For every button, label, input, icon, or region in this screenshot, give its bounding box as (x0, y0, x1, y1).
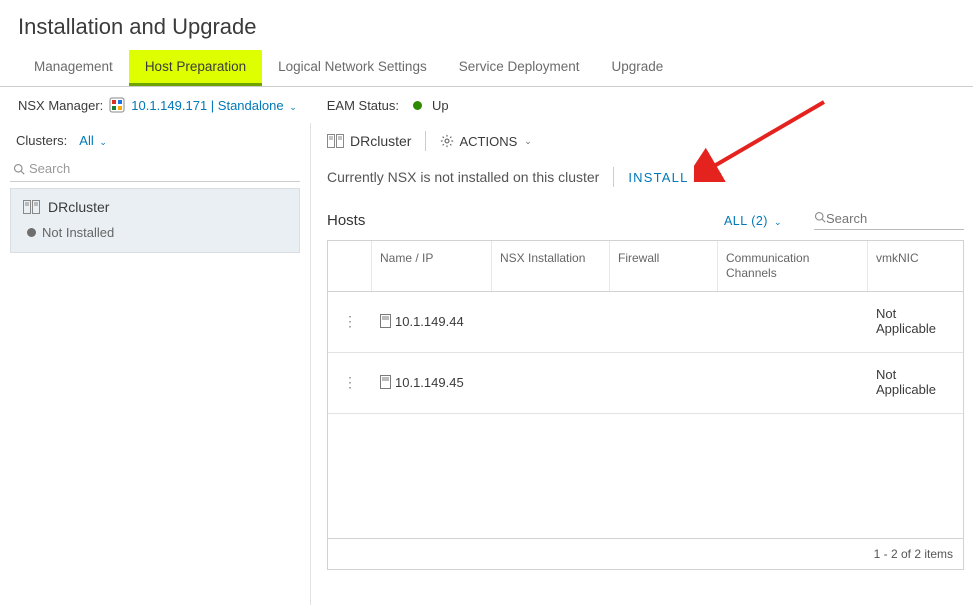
hosts-search-input[interactable] (826, 211, 973, 226)
cell-firewall (610, 292, 718, 352)
hosts-table: Name / IP NSX Installation Firewall Comm… (327, 240, 964, 570)
tab-upgrade[interactable]: Upgrade (596, 50, 680, 86)
actions-button[interactable]: ACTIONS ⌄ (440, 134, 531, 149)
eam-status-label: EAM Status: (327, 98, 399, 113)
actions-label: ACTIONS (459, 134, 517, 149)
divider (425, 131, 426, 151)
host-ip: 10.1.149.44 (395, 314, 464, 329)
clusters-label: Clusters: (16, 133, 67, 148)
hosts-filter-all[interactable]: ALL (2) ⌄ (724, 214, 782, 228)
col-comm-channels[interactable]: Communication Channels (718, 241, 868, 291)
tab-host-preparation[interactable]: Host Preparation (129, 50, 262, 86)
table-header: Name / IP NSX Installation Firewall Comm… (328, 241, 963, 292)
search-icon (814, 211, 826, 226)
status-dot-up-icon (413, 101, 422, 110)
col-firewall[interactable]: Firewall (610, 241, 718, 291)
hosts-search[interactable] (814, 211, 964, 230)
cluster-status-label: Not Installed (42, 225, 114, 240)
cell-vmknic: Not Applicable (868, 292, 963, 352)
content: DRcluster ACTIONS ⌄ Currently NSX is not… (310, 123, 973, 605)
cell-firewall (610, 353, 718, 413)
host-icon (380, 375, 391, 389)
col-nsx-install[interactable]: NSX Installation (492, 241, 610, 291)
tab-bar: Management Host Preparation Logical Netw… (0, 50, 973, 87)
cell-nsx (492, 353, 610, 413)
cell-vmknic: Not Applicable (868, 353, 963, 413)
cluster-icon (23, 200, 40, 214)
nsx-manager-label: NSX Manager: (18, 98, 103, 113)
install-nsx-link[interactable]: INSTALL NSX (628, 170, 723, 185)
table-row[interactable]: ⋮ 10.1.149.44 Not Applicable (328, 292, 963, 353)
cell-nsx (492, 292, 610, 352)
tab-logical-network[interactable]: Logical Network Settings (262, 50, 443, 86)
table-row[interactable]: ⋮ 10.1.149.45 Not Applicable (328, 353, 963, 414)
clusters-filter-all-label: All (79, 133, 93, 148)
sidebar-search-input[interactable] (29, 161, 297, 176)
kebab-icon: ⋮ (343, 314, 357, 328)
gear-icon (440, 134, 454, 148)
cluster-icon (327, 134, 344, 148)
chevron-down-icon: ⌄ (524, 136, 532, 147)
clusters-filter-all[interactable]: All ⌄ (79, 133, 107, 148)
nsx-manager-icon (109, 97, 125, 113)
col-menu (328, 241, 372, 291)
install-message: Currently NSX is not installed on this c… (327, 169, 599, 185)
cluster-name-label: DRcluster (48, 199, 109, 215)
row-menu-button[interactable]: ⋮ (328, 292, 372, 352)
sidebar-search[interactable] (10, 158, 300, 182)
row-menu-button[interactable]: ⋮ (328, 353, 372, 413)
search-icon (13, 163, 25, 175)
col-name-ip[interactable]: Name / IP (372, 241, 492, 291)
content-cluster-heading: DRcluster (327, 133, 411, 149)
table-footer: 1 - 2 of 2 items (328, 538, 963, 569)
cell-comm (718, 292, 868, 352)
sidebar: Clusters: All ⌄ DRcluster Not Installed (0, 123, 310, 605)
kebab-icon: ⋮ (343, 375, 357, 389)
table-body: ⋮ 10.1.149.44 Not Applicable (328, 292, 963, 538)
tab-service-deployment[interactable]: Service Deployment (443, 50, 596, 86)
divider (613, 167, 614, 187)
status-dot-grey-icon (27, 228, 36, 237)
col-vmknic[interactable]: vmkNIC (868, 241, 963, 291)
nsx-manager-selector[interactable]: 10.1.149.171 | Standalone ⌄ (131, 98, 296, 113)
nsx-manager-ip: 10.1.149.171 (131, 98, 207, 113)
cluster-item[interactable]: DRcluster Not Installed (10, 188, 300, 253)
hosts-title: Hosts (327, 212, 365, 229)
eam-status-value: Up (432, 98, 449, 113)
chevron-down-icon: ⌄ (99, 137, 107, 147)
content-cluster-name: DRcluster (350, 133, 411, 149)
host-icon (380, 314, 391, 328)
nsx-manager-mode: Standalone (218, 98, 284, 113)
host-ip: 10.1.149.45 (395, 375, 464, 390)
page-title: Installation and Upgrade (0, 0, 973, 50)
hosts-filter-all-label: ALL (2) (724, 214, 768, 228)
chevron-down-icon: ⌄ (774, 217, 782, 227)
cell-comm (718, 353, 868, 413)
tab-management[interactable]: Management (18, 50, 129, 86)
nsx-manager-line: NSX Manager: 10.1.149.171 | Standalone ⌄… (0, 87, 973, 123)
chevron-down-icon: ⌄ (289, 102, 297, 112)
